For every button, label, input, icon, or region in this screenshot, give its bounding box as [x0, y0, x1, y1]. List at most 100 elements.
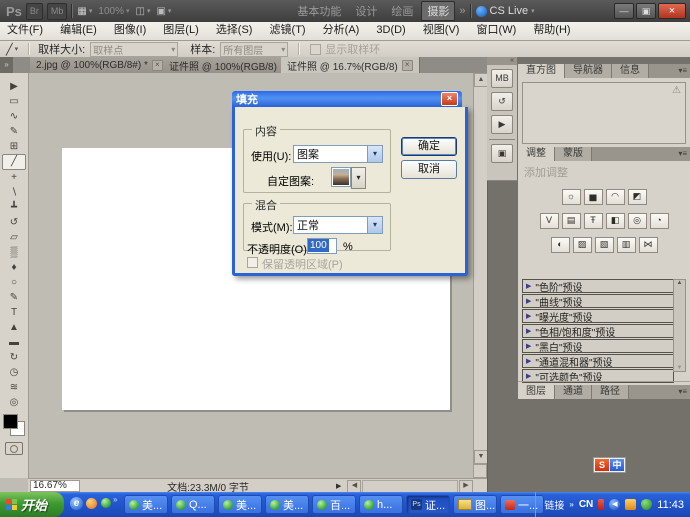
toolbar-collapse-toggle[interactable]: » — [0, 57, 13, 73]
brightness-contrast-icon[interactable]: ☼ — [562, 189, 581, 205]
taskbar-btn-photoshop-active[interactable]: Ps证... — [406, 495, 450, 514]
channel-mixer-icon[interactable]: ◔ — [650, 213, 669, 229]
gradient-map-icon[interactable]: ▥ — [617, 237, 636, 253]
quicklaunch-chevron[interactable]: » — [113, 495, 117, 504]
status-options-icon[interactable]: ▶ — [336, 482, 341, 490]
brush-tool[interactable]: ∖ — [0, 185, 28, 200]
doc-tab-2[interactable]: 证件照 @ 100%(RGB/8) × — [163, 57, 299, 73]
tool-preset-caret-icon[interactable]: ▾ — [15, 45, 19, 53]
levels-presets-item[interactable]: ▶"色阶"预设 — [522, 279, 674, 293]
minimize-button[interactable]: — — [614, 3, 634, 19]
use-select[interactable]: 图案 ▾ — [293, 145, 383, 163]
taskbar-btn-2[interactable]: Q... — [171, 495, 215, 514]
mini-bridge-button[interactable]: Mb — [47, 3, 68, 20]
taskbar-btn-6[interactable]: h... — [359, 495, 403, 514]
posterize-icon[interactable]: ▨ — [573, 237, 592, 253]
zoom-level-control[interactable]: 100% — [98, 6, 124, 17]
exposure-presets-item[interactable]: ▶"曝光度"预设 — [522, 309, 674, 323]
menu-select[interactable]: 选择(S) — [209, 22, 260, 39]
layer-comps-panel-icon[interactable]: ▣ — [491, 144, 513, 163]
scroll-down-icon[interactable]: ▼ — [474, 450, 488, 464]
dodge-tool[interactable]: ○ — [0, 275, 28, 290]
custom-pattern-caret-icon[interactable]: ▾ — [351, 167, 366, 189]
cancel-button[interactable]: 取消 — [401, 160, 457, 179]
language-indicator[interactable]: CN — [579, 499, 593, 510]
tab-masks[interactable]: 蒙版 — [555, 147, 592, 161]
zoom-caret-icon[interactable]: ▾ — [126, 7, 130, 15]
doc-tab-1-close-icon[interactable]: × — [152, 60, 163, 71]
marquee-tool[interactable]: ▭ — [0, 94, 28, 109]
tray-picture-icon[interactable] — [625, 499, 636, 510]
start-button[interactable]: 开始 — [0, 492, 64, 517]
ok-button[interactable]: 确定 — [401, 137, 457, 156]
quick-selection-tool[interactable]: ✎ — [0, 124, 28, 139]
mini-bridge-panel-icon[interactable]: MB — [491, 69, 513, 88]
workspace-overflow-chevron[interactable]: » — [459, 5, 465, 17]
tab-paths[interactable]: 路径 — [592, 385, 629, 399]
scroll-up-icon[interactable]: ▲ — [474, 73, 488, 87]
dock-collapse-toggle[interactable]: « — [487, 57, 517, 65]
hscroll-right-icon[interactable]: ▶ — [459, 480, 473, 493]
zoom-percentage-field[interactable]: 16.67% — [30, 480, 80, 492]
threshold-icon[interactable]: ▧ — [595, 237, 614, 253]
tab-adjustments[interactable]: 调整 — [518, 147, 555, 161]
layout-picker-caret-icon[interactable]: ▾ — [89, 7, 93, 15]
hscroll-left-icon[interactable]: ◀ — [347, 480, 361, 493]
workspace-photography[interactable]: 摄影 — [421, 1, 455, 21]
preset-list-scrollbar[interactable]: ▲ ▼ — [673, 279, 686, 372]
quick-mask-mode-button[interactable] — [5, 442, 23, 455]
layers-panel-menu-icon[interactable]: ▾≡ — [678, 385, 690, 399]
channel-mixer-presets-item[interactable]: ▶"通道混和器"预设 — [522, 354, 674, 368]
workspace-essentials[interactable]: 基本功能 — [291, 1, 347, 21]
histogram-panel-menu-icon[interactable]: ▾≡ — [678, 64, 690, 78]
preset-scroll-down-icon[interactable]: ▼ — [674, 365, 685, 371]
taskbar-btn-5[interactable]: 百... — [312, 495, 356, 514]
doc-tab-1[interactable]: 2.jpg @ 100%(RGB/8#) * × — [30, 57, 170, 73]
history-brush-tool[interactable]: ↺ — [0, 215, 28, 230]
lasso-tool[interactable]: ∿ — [0, 109, 28, 124]
preserve-transparency-checkbox[interactable] — [247, 257, 258, 268]
menu-window[interactable]: 窗口(W) — [470, 22, 524, 39]
workspace-painting[interactable]: 绘画 — [385, 1, 419, 21]
move-tool[interactable]: ▶ — [0, 79, 28, 94]
color-balance-icon[interactable]: Ŧ — [584, 213, 603, 229]
menu-image[interactable]: 图像(I) — [107, 22, 153, 39]
clone-stamp-tool[interactable]: ┻ — [0, 200, 28, 215]
history-panel-icon[interactable]: ↺ — [491, 92, 513, 111]
tray-shield-icon[interactable] — [641, 499, 652, 510]
taskbar-btn-4[interactable]: 美... — [265, 495, 309, 514]
cslive-caret-icon[interactable]: ▾ — [531, 7, 535, 15]
layout-picker-icon[interactable]: ▦ — [77, 6, 86, 17]
zoom-tool[interactable]: ◎ — [0, 395, 28, 410]
invert-icon[interactable]: ◐ — [551, 237, 570, 253]
type-tool[interactable]: T — [0, 305, 28, 320]
close-button[interactable]: × — [658, 3, 686, 19]
tab-histogram[interactable]: 直方图 — [518, 64, 565, 78]
ime-language-badge[interactable]: 中 — [610, 459, 624, 471]
workspace-design[interactable]: 设计 — [349, 1, 383, 21]
taskbar-btn-3[interactable]: 美... — [218, 495, 262, 514]
pen-tool[interactable]: ✎ — [0, 290, 28, 305]
eyedropper-tool-icon[interactable]: ╱ — [6, 43, 13, 56]
menu-filter[interactable]: 滤镜(T) — [263, 22, 313, 39]
links-toolbar-label[interactable]: 链接 — [544, 497, 564, 512]
black-white-presets-item[interactable]: ▶"黑白"预设 — [522, 339, 674, 353]
gradient-tool[interactable]: ▒ — [0, 245, 28, 260]
opacity-input[interactable]: 100 — [307, 238, 337, 254]
photo-filter-icon[interactable]: ◎ — [628, 213, 647, 229]
cslive-button[interactable]: CS Live — [490, 5, 529, 17]
menu-help[interactable]: 帮助(H) — [526, 22, 577, 39]
hue-saturation-icon[interactable]: ▤ — [562, 213, 581, 229]
levels-icon[interactable]: ▅ — [584, 189, 603, 205]
black-white-icon[interactable]: ◧ — [606, 213, 625, 229]
rotate-3d-tool[interactable]: ↻ — [0, 350, 28, 365]
menu-3d[interactable]: 3D(D) — [369, 22, 412, 39]
uncached-data-warning-icon[interactable]: ⚠ — [672, 85, 681, 96]
blur-tool[interactable]: ♦ — [0, 260, 28, 275]
curves-presets-item[interactable]: ▶"曲线"预设 — [522, 294, 674, 308]
links-chevron[interactable]: » — [569, 500, 573, 509]
screen-mode-caret-icon[interactable]: ▾ — [168, 7, 172, 15]
curves-icon[interactable]: ◠ — [606, 189, 625, 205]
show-sampling-ring-checkbox[interactable] — [310, 44, 321, 55]
custom-pattern-well[interactable] — [331, 167, 351, 187]
